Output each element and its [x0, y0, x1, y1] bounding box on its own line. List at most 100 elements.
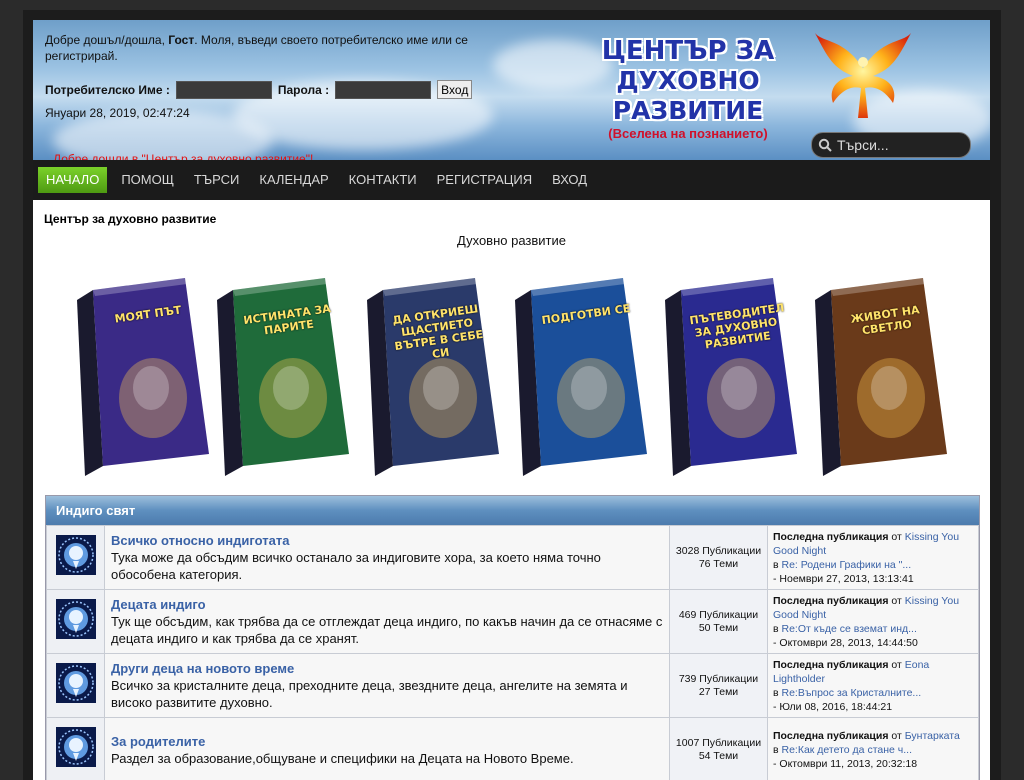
last-post-topic[interactable]: Re:Как детето да стане ч...: [782, 744, 913, 756]
nav-help[interactable]: ПОМОЩ: [111, 167, 184, 193]
board-info: За родителитеРаздел за образование,общув…: [105, 718, 670, 780]
board-stats: 469 Публикации50 Теми: [670, 590, 768, 654]
last-post-topic[interactable]: Re: Родени Графики на "...: [782, 559, 912, 571]
greeting-text: Добре дошли в "Център за духовно развити…: [53, 152, 313, 160]
board-status-cell: [47, 590, 105, 654]
last-post-date: - Октомври 28, 2013, 14:44:50: [773, 637, 918, 649]
last-post-label: Последна публикация: [773, 531, 888, 543]
in-label: в: [773, 744, 779, 756]
username-input[interactable]: [176, 81, 272, 99]
board-table: Всичко относно индиготатаТука може да об…: [46, 525, 979, 780]
login-form: Потребителско Име : Парола : Вход: [45, 80, 472, 99]
nav-login[interactable]: ВХОД: [542, 167, 597, 193]
topic-count: 50 Теми: [671, 622, 766, 635]
logo-line1: ЦЕНТЪР ЗА: [553, 36, 823, 66]
last-post-date: - Ноември 27, 2013, 13:13:41: [773, 573, 914, 585]
logo-line3: (Вселена на познанието): [553, 126, 823, 142]
nav-home[interactable]: НАЧАЛО: [38, 167, 107, 193]
board-row: Други деца на новото времеВсичко за крис…: [47, 654, 979, 718]
site-logo[interactable]: ЦЕНТЪР ЗА ДУХОВНО РАЗВИТИЕ (Вселена на п…: [553, 36, 823, 116]
last-post-date: - Юли 08, 2016, 18:44:21: [773, 701, 892, 713]
main-navigation: НАЧАЛО ПОМОЩ ТЪРСИ КАЛЕНДАР КОНТАКТИ РЕГ…: [33, 160, 990, 200]
welcome-prefix: Добре дошъл/дошла,: [45, 33, 165, 47]
board-title-link[interactable]: Всичко относно индиготата: [111, 532, 663, 549]
last-post: Последна публикация от Eona Lightholderв…: [768, 654, 979, 718]
board-status-icon[interactable]: [56, 535, 96, 575]
search-icon: [818, 138, 832, 152]
topic-count: 27 Теми: [671, 686, 766, 699]
last-post-author[interactable]: Бунтарката: [905, 730, 960, 742]
board-info: Всичко относно индиготатаТука може да об…: [105, 526, 670, 590]
guest-label: Гост: [168, 33, 194, 47]
board-title-link[interactable]: Други деца на новото време: [111, 660, 663, 677]
nav-register[interactable]: РЕГИСТРАЦИЯ: [427, 167, 542, 193]
category-indigo: Индиго свят Всичко относно индиготатаТук…: [45, 495, 980, 780]
search-input[interactable]: Търси...: [837, 137, 889, 153]
password-label: Парола :: [278, 83, 329, 97]
post-count: 3028 Публикации: [671, 545, 766, 558]
board-status-icon[interactable]: [56, 663, 96, 703]
board-stats: 3028 Публикации76 Теми: [670, 526, 768, 590]
board-stats: 739 Публикации27 Теми: [670, 654, 768, 718]
book-cover-6[interactable]: ЖИВОТ НА СВЕТЛО: [811, 278, 951, 478]
by-label: от: [891, 531, 901, 543]
by-label: от: [891, 595, 901, 607]
current-date: Януари 28, 2019, 02:47:24: [45, 106, 190, 120]
by-label: от: [891, 730, 901, 742]
last-post-label: Последна публикация: [773, 730, 888, 742]
board-description: Тука може да обсъдим всичко останало за …: [111, 549, 663, 583]
board-status-cell: [47, 654, 105, 718]
board-row: Всичко относно индиготатаТука може да об…: [47, 526, 979, 590]
last-post: Последна публикация от Kissing You Good …: [768, 590, 979, 654]
logo-line2: ДУХОВНО РАЗВИТИЕ: [553, 66, 823, 126]
board-info: Други деца на новото времеВсичко за крис…: [105, 654, 670, 718]
post-count: 1007 Публикации: [671, 737, 766, 750]
login-button[interactable]: Вход: [437, 80, 472, 99]
book-cover-3[interactable]: ДА ОТКРИЕШ ЩАСТИЕТО ВЪТРЕ В СЕБЕ СИ: [363, 278, 503, 478]
last-post-label: Последна публикация: [773, 659, 888, 671]
site-header: Добре дошъл/дошла, Гост. Моля, въведи св…: [33, 20, 990, 160]
board-description: Всичко за кристалните деца, преходните д…: [111, 677, 663, 711]
topic-count: 54 Теми: [671, 750, 766, 763]
board-row: За родителитеРаздел за образование,общув…: [47, 718, 979, 780]
in-label: в: [773, 623, 779, 635]
nav-calendar[interactable]: КАЛЕНДАР: [249, 167, 338, 193]
last-post-topic[interactable]: Re:От къде се вземат инд...: [782, 623, 917, 635]
board-row: Децата индигоТук ще обсъдим, как трябва …: [47, 590, 979, 654]
by-label: от: [891, 659, 901, 671]
board-status-cell: [47, 526, 105, 590]
board-status-cell: [47, 718, 105, 780]
book-cover-4[interactable]: ПОДГОТВИ СЕ: [511, 278, 651, 478]
board-description: Раздел за образование,общуване и специфи…: [111, 750, 663, 767]
board-description: Тук ще обсъдим, как трябва да се отглежд…: [111, 613, 663, 647]
password-input[interactable]: [335, 81, 431, 99]
board-stats: 1007 Публикации54 Теми: [670, 718, 768, 780]
book-cover-5[interactable]: ПЪТЕВОДИТЕЛ ЗА ДУХОВНО РАЗВИТИЕ: [661, 278, 801, 478]
nav-contacts[interactable]: КОНТАКТИ: [339, 167, 427, 193]
main-content: Център за духовно развитие Духовно разви…: [33, 200, 990, 780]
in-label: в: [773, 559, 779, 571]
board-status-icon[interactable]: [56, 727, 96, 767]
board-info: Децата индигоТук ще обсъдим, как трябва …: [105, 590, 670, 654]
section-subtitle: Духовно развитие: [33, 233, 990, 248]
last-post-topic[interactable]: Re:Въпрос за Кристалните...: [782, 687, 922, 699]
board-title-link[interactable]: За родителите: [111, 733, 663, 750]
username-label: Потребителско Име :: [45, 83, 170, 97]
board-status-icon[interactable]: [56, 599, 96, 639]
book-cover-1[interactable]: МОЯТ ПЪТ: [73, 278, 213, 478]
post-count: 739 Публикации: [671, 673, 766, 686]
category-header[interactable]: Индиго свят: [46, 496, 979, 525]
post-count: 469 Публикации: [671, 609, 766, 622]
last-post: Последна публикация от Kissing You Good …: [768, 526, 979, 590]
last-post: Последна публикация от Бунтарката в Re:Ка…: [768, 718, 979, 780]
welcome-text: Добре дошъл/дошла, Гост. Моля, въведи св…: [45, 32, 485, 64]
page-wrapper: Добре дошъл/дошла, Гост. Моля, въведи св…: [23, 10, 1001, 780]
nav-search[interactable]: ТЪРСИ: [184, 167, 250, 193]
search-box[interactable]: Търси...: [811, 132, 971, 158]
board-title-link[interactable]: Децата индиго: [111, 596, 663, 613]
in-label: в: [773, 687, 779, 699]
topic-count: 76 Теми: [671, 558, 766, 571]
book-cover-2[interactable]: ИСТИНАТА ЗА ПАРИТЕ: [213, 278, 353, 478]
board-title: Център за духовно развитие: [44, 212, 216, 226]
phoenix-icon: [813, 28, 913, 123]
